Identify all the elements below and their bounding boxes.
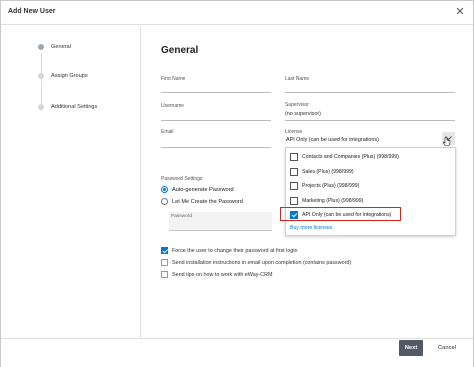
- first-name-field[interactable]: [161, 92, 271, 93]
- password-field[interactable]: Password: [169, 212, 272, 231]
- step-dot-icon: [38, 73, 44, 79]
- step-dot-icon: [38, 104, 44, 110]
- check-label: Force the user to change their password …: [172, 247, 298, 254]
- radio-auto-generate[interactable]: Auto-generate Password: [161, 186, 234, 193]
- email-field[interactable]: [161, 147, 271, 148]
- radio-manual-password[interactable]: Let Me Create the Password: [161, 198, 243, 205]
- password-settings-label: Password Settings: [161, 176, 203, 182]
- license-value: API Only (can be used for integrations): [286, 137, 379, 143]
- last-name-label: Last Name: [285, 76, 310, 82]
- checkbox-icon[interactable]: [290, 182, 298, 190]
- license-option-projects[interactable]: Projects (Plus) (998/999): [290, 181, 359, 191]
- password-label: Password: [171, 214, 193, 219]
- close-icon[interactable]: ✕: [453, 5, 467, 19]
- first-name-label: First Name: [161, 76, 186, 82]
- checkbox-icon[interactable]: [161, 259, 168, 266]
- radio-label: Auto-generate Password: [172, 186, 234, 193]
- radio-label: Let Me Create the Password: [172, 198, 243, 205]
- license-option-label: Contacts and Companies (Plus) (998/999): [302, 154, 399, 160]
- license-option-label: Projects (Plus) (998/999): [302, 183, 360, 189]
- username-field[interactable]: [161, 120, 271, 121]
- step-label: General: [51, 44, 71, 50]
- send-tips-option[interactable]: Send tips on how to work with eWay-CRM: [161, 271, 272, 278]
- license-option-label: Sales (Plus) (998/999): [302, 169, 354, 175]
- license-option-sales[interactable]: Sales (Plus) (998/999): [290, 167, 354, 177]
- radio-selected-icon[interactable]: [161, 186, 168, 193]
- highlight-box: [280, 207, 401, 221]
- license-option-contacts[interactable]: Contacts and Companies (Plus) (998/999): [290, 152, 399, 162]
- dialog-title: Add New User: [8, 8, 56, 15]
- step-additional-settings[interactable]: Additional Settings: [38, 104, 97, 110]
- wizard-steps: General Assign Groups Additional Setting…: [1, 26, 141, 338]
- supervisor-value: (no supervisor): [285, 111, 321, 117]
- step-dot-icon: [38, 44, 44, 50]
- checkbox-checked-icon[interactable]: [161, 247, 168, 254]
- checkbox-icon[interactable]: [290, 168, 298, 176]
- check-label: Send installation instructions in email …: [172, 259, 352, 266]
- force-password-change-option[interactable]: Force the user to change their password …: [161, 247, 298, 254]
- checkbox-icon[interactable]: [290, 153, 298, 161]
- license-dropdown: Contacts and Companies (Plus) (998/999) …: [285, 147, 456, 236]
- buy-more-licenses-link[interactable]: Buy more licenses: [290, 225, 332, 231]
- next-button[interactable]: Next: [399, 340, 423, 356]
- supervisor-select[interactable]: [285, 120, 455, 121]
- step-label: Assign Groups: [51, 73, 88, 79]
- send-instructions-option[interactable]: Send installation instructions in email …: [161, 259, 351, 266]
- license-option-label: Marketing (Plus) (998/999): [302, 198, 364, 204]
- step-assign-groups[interactable]: Assign Groups: [38, 73, 88, 79]
- last-name-field[interactable]: [285, 92, 455, 93]
- page-title: General: [161, 45, 199, 56]
- checkbox-icon[interactable]: [290, 197, 298, 205]
- checkbox-icon[interactable]: [161, 271, 168, 278]
- username-label: Username: [161, 103, 185, 109]
- hand-cursor-icon: [443, 137, 451, 146]
- supervisor-label: Supervisor: [285, 102, 309, 108]
- step-label: Additional Settings: [51, 104, 98, 110]
- step-general[interactable]: General: [38, 44, 71, 50]
- title-bar: Add New User ✕: [1, 1, 473, 25]
- email-label: Email: [161, 129, 174, 135]
- add-user-dialog: Add New User ✕ General Assign Groups Add…: [0, 0, 474, 367]
- cancel-button[interactable]: Cancel: [429, 340, 465, 356]
- general-form: General First Name Last Name Username Su…: [142, 26, 473, 338]
- radio-icon[interactable]: [161, 198, 168, 205]
- check-label: Send tips on how to work with eWay-CRM: [172, 271, 273, 278]
- license-option-marketing[interactable]: Marketing (Plus) (998/999): [290, 196, 363, 206]
